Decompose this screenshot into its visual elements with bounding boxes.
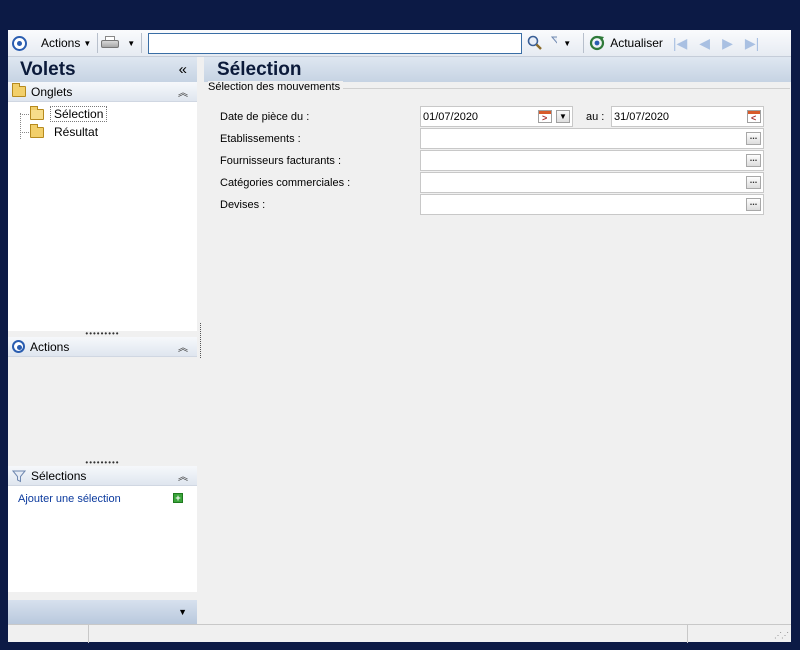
open-folder-icon (30, 105, 44, 120)
actions-header-label: Actions (30, 339, 70, 354)
selections-pane-header[interactable]: Sélections ︽ (8, 466, 197, 486)
page-header: Sélection (204, 57, 791, 82)
filter-button[interactable]: ▼ (551, 33, 571, 53)
add-selection-link[interactable]: Ajouter une sélection (18, 493, 121, 505)
onglets-pane-header[interactable]: Onglets ︽ (8, 82, 197, 102)
last-record-icon[interactable]: ▶| (745, 35, 759, 52)
search-button[interactable] (525, 33, 545, 53)
chevron-down-icon: ▼ (127, 38, 136, 48)
status-cell (8, 625, 89, 643)
actions-pane-body (8, 357, 197, 460)
browse-categories-button[interactable]: ... (746, 176, 761, 189)
volets-title: Volets (20, 58, 76, 80)
first-record-icon[interactable]: |◀ (673, 35, 687, 52)
vertical-splitter[interactable] (200, 323, 201, 358)
tree-item-label: Sélection (50, 106, 108, 122)
collapse-chevron-icon[interactable]: ︽ (178, 468, 188, 483)
status-bar: ⋰⋰ (8, 624, 791, 643)
date-from-field[interactable]: 01/07/2020 > ▼ (420, 106, 573, 127)
categories-label-text: Catégories commerciales : (220, 176, 351, 189)
status-cell (89, 625, 688, 643)
browse-devises-button[interactable]: ... (746, 198, 761, 211)
refresh-icon (590, 35, 605, 51)
collapse-chevron-icon[interactable]: ︽ (178, 339, 188, 354)
resize-grip-icon[interactable]: ⋰⋰ (774, 631, 789, 640)
actions-menu-label: Actions (41, 36, 81, 50)
folder-icon (12, 83, 26, 97)
actions-circle-icon (12, 35, 27, 51)
categories-label: Catégories commerciales : (220, 172, 350, 193)
panel-footer: ▼ (8, 600, 197, 624)
onglets-header-label: Onglets (31, 84, 73, 99)
actions-pane-header[interactable]: Actions ︽ (8, 337, 197, 357)
etablissements-field[interactable]: ... (420, 128, 764, 149)
print-button[interactable]: ▼ (101, 32, 135, 54)
date-to-label-text: au : (586, 110, 605, 123)
main-window: Actions ▼ ▼ ▼ Actualiser |◀ ◀ ▶ ▶| Volet… (8, 30, 791, 643)
collapse-panel-icon[interactable]: « (179, 61, 187, 78)
toolbar: Actions ▼ ▼ ▼ Actualiser |◀ ◀ ▶ ▶| (8, 30, 791, 57)
date-to-value: 31/07/2020 (614, 110, 670, 123)
selections-pane-body: Ajouter une sélection + (8, 486, 197, 592)
etablissements-label-text: Etablissements : (220, 132, 301, 145)
add-icon[interactable]: + (173, 493, 183, 503)
chevron-down-icon: ▼ (563, 38, 572, 48)
date-from-value: 01/07/2020 (423, 110, 479, 123)
etablissements-label: Etablissements : (220, 128, 301, 149)
browse-etablissements-button[interactable]: ... (746, 132, 761, 145)
status-cell (688, 625, 778, 643)
refresh-label: Actualiser (610, 36, 663, 50)
volets-header: Volets « (8, 57, 197, 82)
main-area: Sélection Sélection des mouvements Date … (204, 57, 791, 624)
onglets-tree: Sélection Résultat (8, 102, 197, 331)
chevron-down-icon: ▼ (83, 38, 92, 48)
actions-circle-icon (12, 340, 25, 353)
printer-icon (101, 36, 120, 50)
page-title: Sélection (217, 58, 302, 80)
calendar-prev-icon[interactable]: < (747, 110, 761, 123)
chevron-down-icon[interactable]: ▼ (556, 110, 570, 123)
side-panel: Volets « Onglets ︽ Sélection Résultat ••… (8, 57, 197, 624)
chevron-down-icon[interactable]: ▼ (178, 607, 187, 617)
filter-icon (12, 470, 26, 482)
next-record-icon[interactable]: ▶ (722, 35, 733, 52)
devises-label-text: Devises : (220, 198, 266, 211)
browse-fournisseurs-button[interactable]: ... (746, 154, 761, 167)
group-divider (338, 88, 790, 89)
calendar-next-icon[interactable]: > (538, 110, 552, 123)
fournisseurs-field[interactable]: ... (420, 150, 764, 171)
search-icon (527, 35, 543, 50)
devises-label: Devises : (220, 194, 265, 215)
tree-item-label: Résultat (54, 125, 99, 139)
filter-icon (551, 36, 558, 48)
fournisseurs-label-text: Fournisseurs facturants : (220, 154, 342, 167)
devises-field[interactable]: ... (420, 194, 764, 215)
categories-field[interactable]: ... (420, 172, 764, 193)
date-to-label: au : (586, 106, 604, 127)
toolbar-separator (97, 33, 99, 53)
collapse-chevron-icon[interactable]: ︽ (178, 84, 188, 99)
date-label: Date de pièce du : (220, 106, 309, 127)
previous-record-icon[interactable]: ◀ (699, 35, 710, 52)
toolbar-separator (583, 33, 585, 53)
date-to-field[interactable]: 31/07/2020 < (611, 106, 764, 127)
selections-header-label: Sélections (31, 468, 87, 483)
tree-item-selection[interactable]: Sélection (8, 105, 197, 123)
actions-menu-button[interactable]: Actions ▼ (12, 32, 91, 54)
refresh-button[interactable]: Actualiser (587, 32, 663, 54)
date-label-text: Date de pièce du : (220, 110, 310, 123)
toolbar-separator (141, 33, 143, 53)
fournisseurs-label: Fournisseurs facturants : (220, 150, 341, 171)
search-input[interactable] (148, 32, 523, 54)
group-label: Sélection des mouvements (208, 81, 344, 93)
folder-icon (30, 123, 44, 138)
tree-item-resultat[interactable]: Résultat (8, 123, 197, 141)
